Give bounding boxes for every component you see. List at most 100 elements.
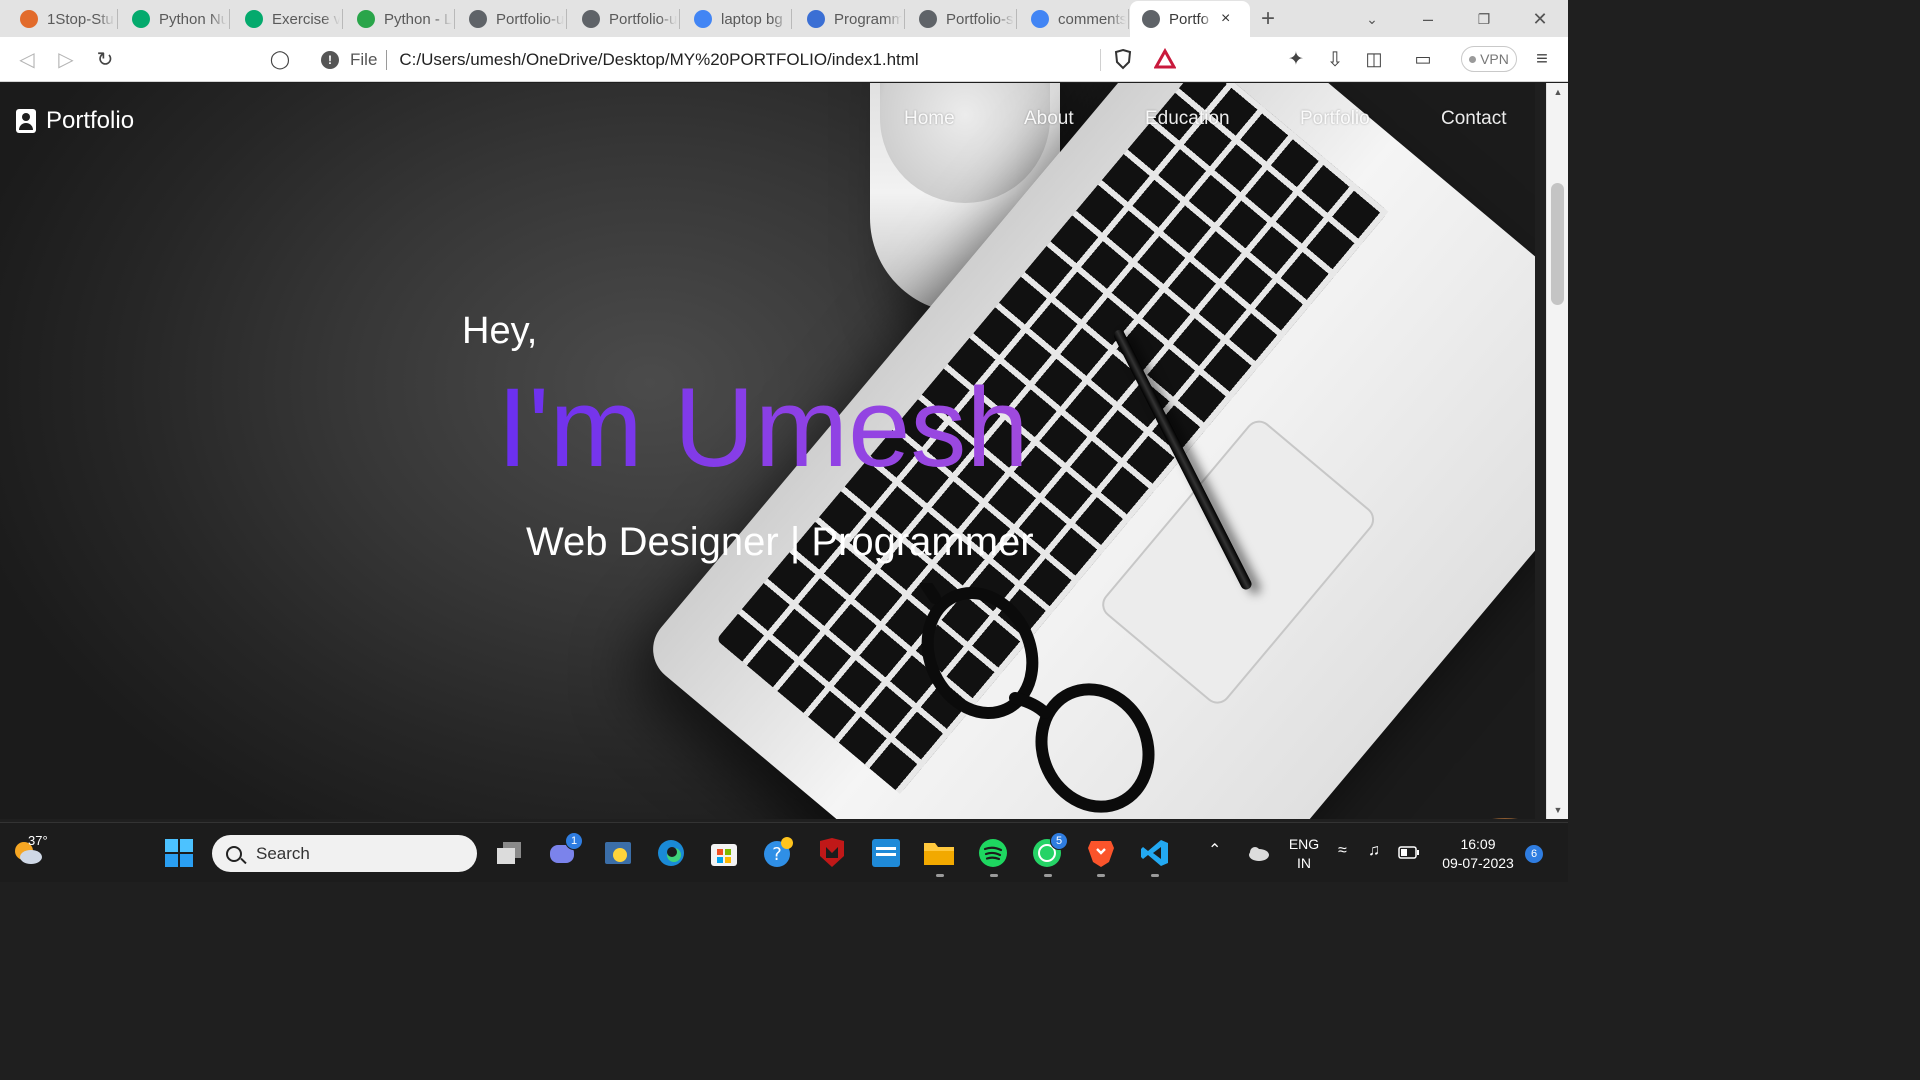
tab-title: Programm bbox=[834, 10, 902, 28]
browser-tab[interactable]: Exercise v bbox=[233, 5, 343, 33]
folder-icon bbox=[924, 843, 954, 865]
brave-rewards-icon[interactable] bbox=[1153, 47, 1177, 71]
address-bar[interactable]: ! File C:/Users/umesh/OneDrive/Desktop/M… bbox=[308, 44, 1188, 75]
browser-tab[interactable]: Python Nu bbox=[120, 5, 230, 33]
brand-text: Portfolio bbox=[46, 107, 135, 134]
tab-strip: 1Stop-Stu Python Nu Exercise v Python - L Po… bbox=[0, 0, 1568, 37]
browser-tab[interactable]: Python - L bbox=[345, 5, 455, 33]
nav-contact[interactable]: Contact bbox=[1441, 108, 1506, 130]
browser-tab[interactable]: Portfolio-s bbox=[907, 5, 1017, 33]
forward-icon[interactable]: ▷ bbox=[54, 47, 78, 71]
bookmark-icon[interactable]: ◯ bbox=[268, 47, 292, 71]
browser-tab[interactable]: Portfolio-u bbox=[457, 5, 567, 33]
task-view-button[interactable] bbox=[492, 836, 526, 870]
sidebar-icon[interactable]: ◫ bbox=[1362, 47, 1386, 71]
clock[interactable]: 16:09 09-07-2023 bbox=[1432, 835, 1524, 873]
tab-search-chevron-icon[interactable]: ⌄ bbox=[1360, 7, 1384, 31]
teams-chat-button[interactable]: 1 bbox=[546, 832, 583, 870]
volume-icon[interactable]: ♫ bbox=[1368, 841, 1380, 860]
store-icon bbox=[711, 844, 737, 866]
reload-icon[interactable]: ↻ bbox=[93, 47, 117, 71]
nav-portfolio[interactable]: Portfolio bbox=[1300, 108, 1370, 130]
extensions-icon[interactable]: ✦ bbox=[1284, 47, 1308, 71]
tab-title: laptop bg bbox=[721, 10, 783, 28]
clock-time: 16:09 bbox=[1460, 836, 1496, 852]
google-logo-icon bbox=[1031, 10, 1049, 28]
tab-title: comments bbox=[1058, 10, 1126, 28]
windows-taskbar: 37° Search 1 ? 5 ⌃ ENG IN ≈ ♫ 16:09 09-0… bbox=[0, 822, 1568, 882]
spotify-icon bbox=[979, 839, 1007, 867]
brand-logo[interactable]: Portfolio bbox=[16, 107, 134, 135]
spotify-button[interactable] bbox=[976, 836, 1010, 870]
info-icon[interactable]: ! bbox=[321, 50, 339, 69]
close-tab-icon[interactable]: × bbox=[1221, 10, 1230, 28]
browser-toolbar: ◁ ▷ ↻ ◯ ! File C:/Users/umesh/OneDrive/D… bbox=[0, 37, 1568, 82]
tab-title: Portfo bbox=[1169, 10, 1210, 28]
page-scrollbar[interactable]: ▲ ▼ bbox=[1546, 83, 1568, 819]
nav-home[interactable]: Home bbox=[904, 108, 955, 130]
tab-title: 1Stop-Stu bbox=[47, 10, 114, 28]
whatsapp-button[interactable]: 5 bbox=[1030, 832, 1068, 870]
hero-tagline: Web Designer | Programmer bbox=[526, 520, 1034, 564]
menu-icon[interactable]: ≡ bbox=[1530, 47, 1554, 71]
brave-button[interactable] bbox=[1084, 836, 1118, 870]
scroll-down-icon[interactable]: ▼ bbox=[1547, 805, 1569, 815]
nav-education[interactable]: Education bbox=[1145, 108, 1230, 130]
vscode-button[interactable] bbox=[1138, 836, 1172, 870]
windows-logo-icon bbox=[165, 839, 193, 867]
notification-badge[interactable]: 6 bbox=[1524, 844, 1544, 864]
google-logo-icon bbox=[694, 10, 712, 28]
w3schools-logo-icon bbox=[132, 10, 150, 28]
wifi-icon[interactable]: ≈ bbox=[1338, 841, 1347, 860]
browser-tab[interactable]: comments bbox=[1019, 5, 1129, 33]
battery-icon[interactable] bbox=[1398, 846, 1420, 859]
browser-tab[interactable]: laptop bg bbox=[682, 5, 792, 33]
tab-title: Exercise v bbox=[272, 10, 340, 28]
show-hidden-icons-chevron-icon[interactable]: ⌃ bbox=[1208, 841, 1221, 860]
download-icon[interactable]: ⇩ bbox=[1323, 47, 1347, 71]
back-icon[interactable]: ◁ bbox=[15, 47, 39, 71]
brave-shields-icon[interactable] bbox=[1111, 47, 1135, 71]
tab-title: Portfolio-s bbox=[946, 10, 1014, 28]
globe-icon bbox=[582, 10, 600, 28]
start-button[interactable] bbox=[162, 836, 196, 870]
browser-tab[interactable]: Portfo × bbox=[1130, 1, 1250, 37]
minimize-icon[interactable]: – bbox=[1416, 7, 1440, 31]
url-text[interactable]: C:/Users/umesh/OneDrive/Desktop/MY%20POR… bbox=[399, 50, 918, 70]
python-idle-button[interactable] bbox=[601, 836, 635, 870]
browser-tab[interactable]: Programm bbox=[795, 5, 905, 33]
vpn-button[interactable]: VPN bbox=[1461, 46, 1517, 72]
prime-video-icon bbox=[872, 839, 900, 867]
freecodecamp-logo-icon bbox=[357, 10, 375, 28]
teams-badge: 1 bbox=[565, 832, 583, 850]
prime-video-button[interactable] bbox=[869, 836, 903, 870]
help-button[interactable]: ? bbox=[761, 836, 795, 870]
brave-icon bbox=[1088, 841, 1114, 867]
mcafee-button[interactable] bbox=[815, 836, 849, 870]
search-icon bbox=[226, 845, 242, 862]
store-button[interactable] bbox=[707, 836, 741, 870]
close-window-icon[interactable]: ✕ bbox=[1528, 7, 1552, 31]
restore-icon[interactable]: ❐ bbox=[1472, 7, 1496, 31]
search-placeholder: Search bbox=[256, 843, 310, 863]
browser-tab[interactable]: 1Stop-Stu bbox=[8, 5, 118, 33]
clock-date: 09-07-2023 bbox=[1442, 855, 1514, 871]
nav-about[interactable]: About bbox=[1024, 108, 1074, 130]
scrollbar-thumb[interactable] bbox=[1551, 183, 1564, 305]
taskbar-search[interactable]: Search bbox=[212, 835, 477, 872]
file-explorer-button[interactable] bbox=[922, 836, 956, 870]
onedrive-icon[interactable] bbox=[1246, 845, 1270, 861]
url-scheme: File bbox=[350, 49, 378, 69]
wallet-icon[interactable]: ▭ bbox=[1411, 47, 1435, 71]
edge-button[interactable] bbox=[654, 836, 688, 870]
tab-title: Python - L bbox=[384, 10, 452, 28]
tab-title: Portfolio-u bbox=[609, 10, 677, 28]
browser-tab[interactable]: Portfolio-u bbox=[570, 5, 680, 33]
weather-temp: 37° bbox=[28, 833, 48, 848]
new-tab-button[interactable]: + bbox=[1256, 5, 1280, 32]
weather-widget[interactable]: 37° bbox=[12, 833, 48, 872]
language-indicator[interactable]: ENG IN bbox=[1286, 835, 1322, 873]
task-view-icon bbox=[497, 842, 521, 864]
scroll-up-icon[interactable]: ▲ bbox=[1547, 87, 1569, 97]
vscode-icon bbox=[1141, 840, 1168, 866]
